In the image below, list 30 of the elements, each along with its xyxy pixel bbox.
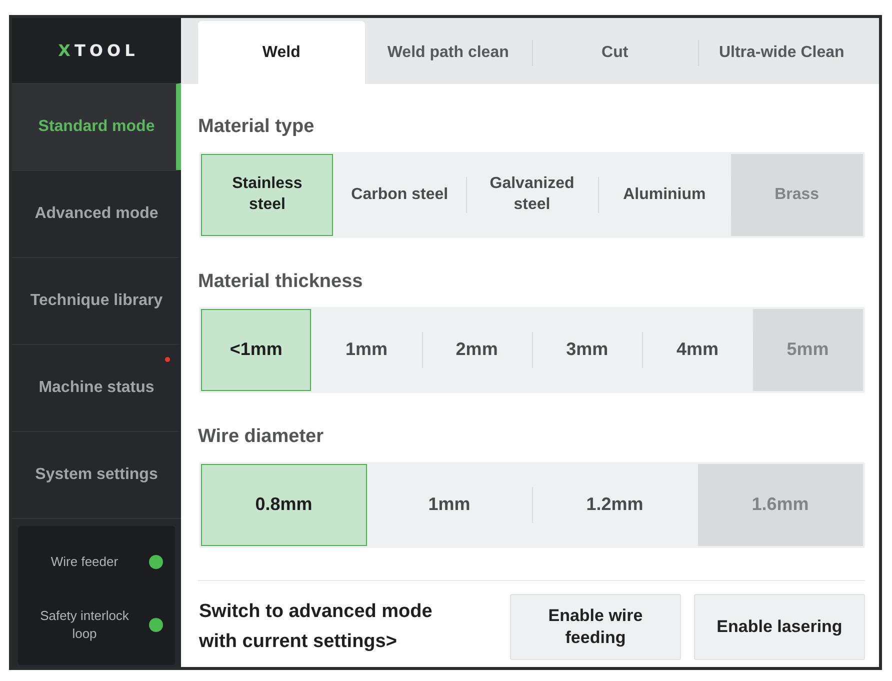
advanced-mode-link[interactable]: Switch to advanced mode with current settings> [199,597,461,657]
mode-tab[interactable]: Cut [532,21,698,84]
section-heading: Wire diameter [198,425,324,449]
segment-option[interactable]: 0.8mm [201,464,366,546]
status-label: Safety interlock loop [39,607,130,643]
brand-logo: XTOOL [57,41,139,60]
segment-option[interactable]: 1mm [366,464,532,546]
status-label: Wire feeder [50,553,120,571]
sidebar-item[interactable]: Machine status [12,344,181,431]
segment-option[interactable]: 2mm [422,309,532,391]
segment-option[interactable]: Stainless steel [201,154,334,236]
segment-option[interactable]: 4mm [642,309,753,391]
segment-option[interactable]: Carbon steel [333,154,466,236]
action-button[interactable]: Enable wire feeding [510,594,681,660]
sidebar-item[interactable]: Advanced mode [12,170,181,257]
sidebar-item[interactable]: Standard mode [12,83,181,170]
sidebar-item[interactable]: Technique library [12,257,181,344]
segment-option[interactable]: Aluminium [598,154,731,236]
mode-tab[interactable]: Weld path clean [364,21,532,84]
section-heading: Material type [198,115,316,139]
mode-tab[interactable]: Weld [198,21,365,84]
segment-option[interactable]: Galvanized steel [466,154,598,236]
segment-option[interactable]: 1.2mm [532,464,698,546]
segment-option[interactable]: 3mm [532,309,642,391]
section-heading: Material thickness [198,270,364,294]
segment-option[interactable]: 1mm [311,309,422,391]
segment-option[interactable]: <1mm [201,309,312,391]
mode-tab[interactable]: Ultra-wide Clean [698,21,865,84]
sidebar-item[interactable]: System settings [12,431,181,518]
action-button[interactable]: Enable lasering [694,594,865,660]
